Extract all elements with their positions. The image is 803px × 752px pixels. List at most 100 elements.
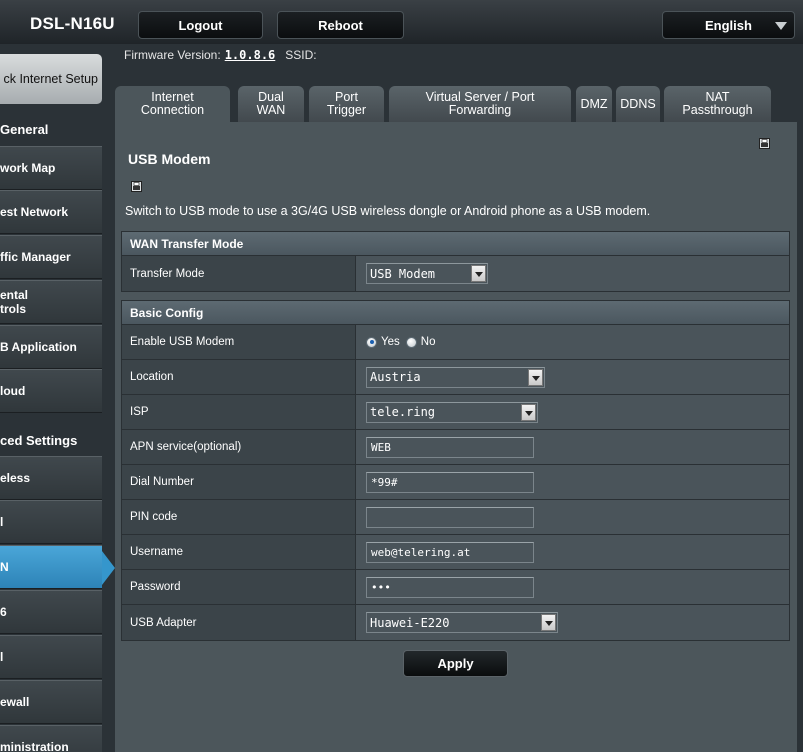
sidebar-item-lan[interactable]: l bbox=[0, 500, 102, 544]
radio-no-label: No bbox=[420, 336, 436, 348]
transfer-mode-select[interactable]: USB Modem bbox=[366, 263, 488, 284]
dial-number-input[interactable]: *99# bbox=[366, 471, 534, 493]
reboot-button[interactable]: Reboot bbox=[277, 11, 404, 39]
transfer-mode-label: Transfer Mode bbox=[122, 256, 356, 291]
form-row: Password ••• bbox=[122, 570, 789, 605]
sidebar-item-aicloud[interactable]: loud bbox=[0, 369, 102, 413]
usb-adapter-select[interactable]: Huawei-E220 bbox=[366, 612, 558, 633]
sidebar-item-label: est Network bbox=[0, 205, 69, 219]
enable-usb-modem-label: Enable USB Modem bbox=[122, 325, 356, 359]
quick-internet-setup-button[interactable]: ck Internet Setup bbox=[0, 54, 102, 104]
tab-label: Internet Connection bbox=[140, 90, 205, 117]
chevron-down-icon bbox=[528, 368, 543, 386]
sidebar-item-firewall[interactable]: ewall bbox=[0, 680, 102, 724]
username-input[interactable]: web@telering.at bbox=[366, 541, 534, 563]
tab-label: Virtual Server / Port Forwarding bbox=[425, 90, 535, 117]
password-input[interactable]: ••• bbox=[366, 576, 534, 598]
sidebar-item-traffic-manager[interactable]: ffic Manager bbox=[0, 235, 102, 279]
sidebar-item-label: ministration bbox=[0, 740, 69, 752]
sidebar-item-wireless[interactable]: eless bbox=[0, 456, 102, 500]
sidebar-item-wan[interactable]: N bbox=[0, 545, 102, 589]
chevron-down-icon bbox=[541, 614, 556, 631]
pin-code-label: PIN code bbox=[122, 500, 356, 534]
sidebar-item-label: l bbox=[0, 515, 4, 529]
sidebar-item-label: ffic Manager bbox=[0, 250, 71, 264]
language-select[interactable]: English bbox=[662, 11, 795, 39]
pin-code-input[interactable] bbox=[366, 506, 534, 528]
dial-number-label: Dial Number bbox=[122, 465, 356, 499]
select-value: tele.ring bbox=[370, 405, 436, 419]
firmware-label: Firmware Version: bbox=[124, 48, 221, 62]
tab-dmz[interactable]: DMZ bbox=[576, 86, 612, 122]
page-description: Switch to USB mode to use a 3G/4G USB wi… bbox=[125, 204, 651, 218]
location-select[interactable]: Austria bbox=[366, 366, 545, 388]
active-indicator-arrow bbox=[102, 551, 115, 585]
basic-config-table: Basic Config Enable USB Modem Yes No Loc… bbox=[121, 300, 790, 641]
chevron-down-icon bbox=[521, 403, 536, 421]
radio-no[interactable] bbox=[405, 336, 417, 348]
sidebar-item-label: ental trols bbox=[0, 288, 29, 316]
password-label: Password bbox=[122, 570, 356, 604]
form-row: PIN code bbox=[122, 500, 789, 535]
tab-label: NAT Passthrough bbox=[682, 90, 753, 117]
sidebar-item-administration[interactable]: ministration bbox=[0, 725, 102, 752]
sidebar-item-label: ewall bbox=[0, 695, 30, 709]
firmware-version-link[interactable]: 1.0.8.6 bbox=[225, 48, 276, 62]
chevron-down-icon bbox=[471, 265, 486, 282]
location-label: Location bbox=[122, 360, 356, 394]
sidebar-advanced-heading: ced Settings bbox=[0, 433, 78, 448]
chevron-down-icon bbox=[775, 22, 787, 30]
form-row: APN service(optional) WEB bbox=[122, 430, 789, 465]
sidebar-item-label: B Application bbox=[0, 340, 77, 354]
ssid-label: SSID: bbox=[285, 48, 317, 62]
sidebar-general-heading: General bbox=[0, 122, 49, 137]
sidebar-item-guest-network[interactable]: est Network bbox=[0, 190, 102, 234]
sidebar-item-label: work Map bbox=[0, 161, 56, 175]
brand-model-name: DSL-N16U bbox=[30, 14, 115, 33]
apn-service-input[interactable]: WEB bbox=[366, 436, 534, 458]
sidebar-item-label: 6 bbox=[0, 605, 7, 619]
form-row: Dial Number *99# bbox=[122, 465, 789, 500]
tab-internet-connection[interactable]: Internet Connection bbox=[115, 86, 230, 122]
tab-dual-wan[interactable]: Dual WAN bbox=[238, 86, 304, 122]
form-row: ISP tele.ring bbox=[122, 395, 789, 430]
sidebar-item-usb-application[interactable]: B Application bbox=[0, 325, 102, 369]
form-row: Location Austria bbox=[122, 360, 789, 395]
tab-nat-passthrough[interactable]: NAT Passthrough bbox=[664, 86, 771, 122]
form-row: Username web@telering.at bbox=[122, 535, 789, 570]
select-value: Huawei-E220 bbox=[370, 615, 450, 630]
radio-yes[interactable] bbox=[366, 336, 377, 348]
username-label: Username bbox=[122, 535, 356, 569]
tab-port-trigger[interactable]: Port Trigger bbox=[309, 86, 384, 122]
select-value: USB Modem bbox=[370, 266, 436, 281]
tab-label: DMZ bbox=[580, 96, 608, 111]
select-value: Austria bbox=[370, 370, 421, 384]
form-row: Enable USB Modem Yes No bbox=[122, 325, 789, 360]
enable-usb-modem-radio-group: Yes No bbox=[366, 336, 441, 348]
sidebar-item-parental-controls[interactable]: ental trols bbox=[0, 280, 102, 324]
usb-adapter-label: USB Adapter bbox=[122, 605, 356, 640]
sidebar-item-vpn[interactable]: l bbox=[0, 635, 102, 679]
language-label: English bbox=[705, 17, 752, 33]
tab-label: Port Trigger bbox=[326, 90, 367, 117]
form-row: USB Adapter Huawei-E220 bbox=[122, 605, 789, 640]
sidebar-item-ipv6[interactable]: 6 bbox=[0, 590, 102, 634]
tab-ddns[interactable]: DDNS bbox=[616, 86, 660, 122]
sidebar-item-label: eless bbox=[0, 471, 31, 485]
isp-label: ISP bbox=[122, 395, 356, 429]
help-icon[interactable] bbox=[759, 138, 770, 149]
isp-select[interactable]: tele.ring bbox=[366, 401, 538, 423]
sidebar-item-label: l bbox=[0, 650, 4, 664]
section-heading: WAN Transfer Mode bbox=[122, 232, 789, 256]
radio-yes-label: Yes bbox=[381, 336, 400, 348]
apply-button[interactable]: Apply bbox=[403, 650, 508, 677]
tab-virtual-server[interactable]: Virtual Server / Port Forwarding bbox=[389, 86, 571, 122]
wan-transfer-mode-table: WAN Transfer Mode Transfer Mode USB Mode… bbox=[121, 231, 790, 292]
form-row: Transfer Mode USB Modem bbox=[122, 256, 789, 291]
logout-button[interactable]: Logout bbox=[138, 11, 263, 39]
sidebar-item-label: loud bbox=[0, 384, 26, 398]
tab-label: Dual WAN bbox=[256, 90, 286, 117]
sidebar-item-network-map[interactable]: work Map bbox=[0, 146, 102, 190]
firmware-info: Firmware Version: 1.0.8.6 SSID: bbox=[124, 48, 317, 62]
info-icon bbox=[131, 181, 142, 192]
